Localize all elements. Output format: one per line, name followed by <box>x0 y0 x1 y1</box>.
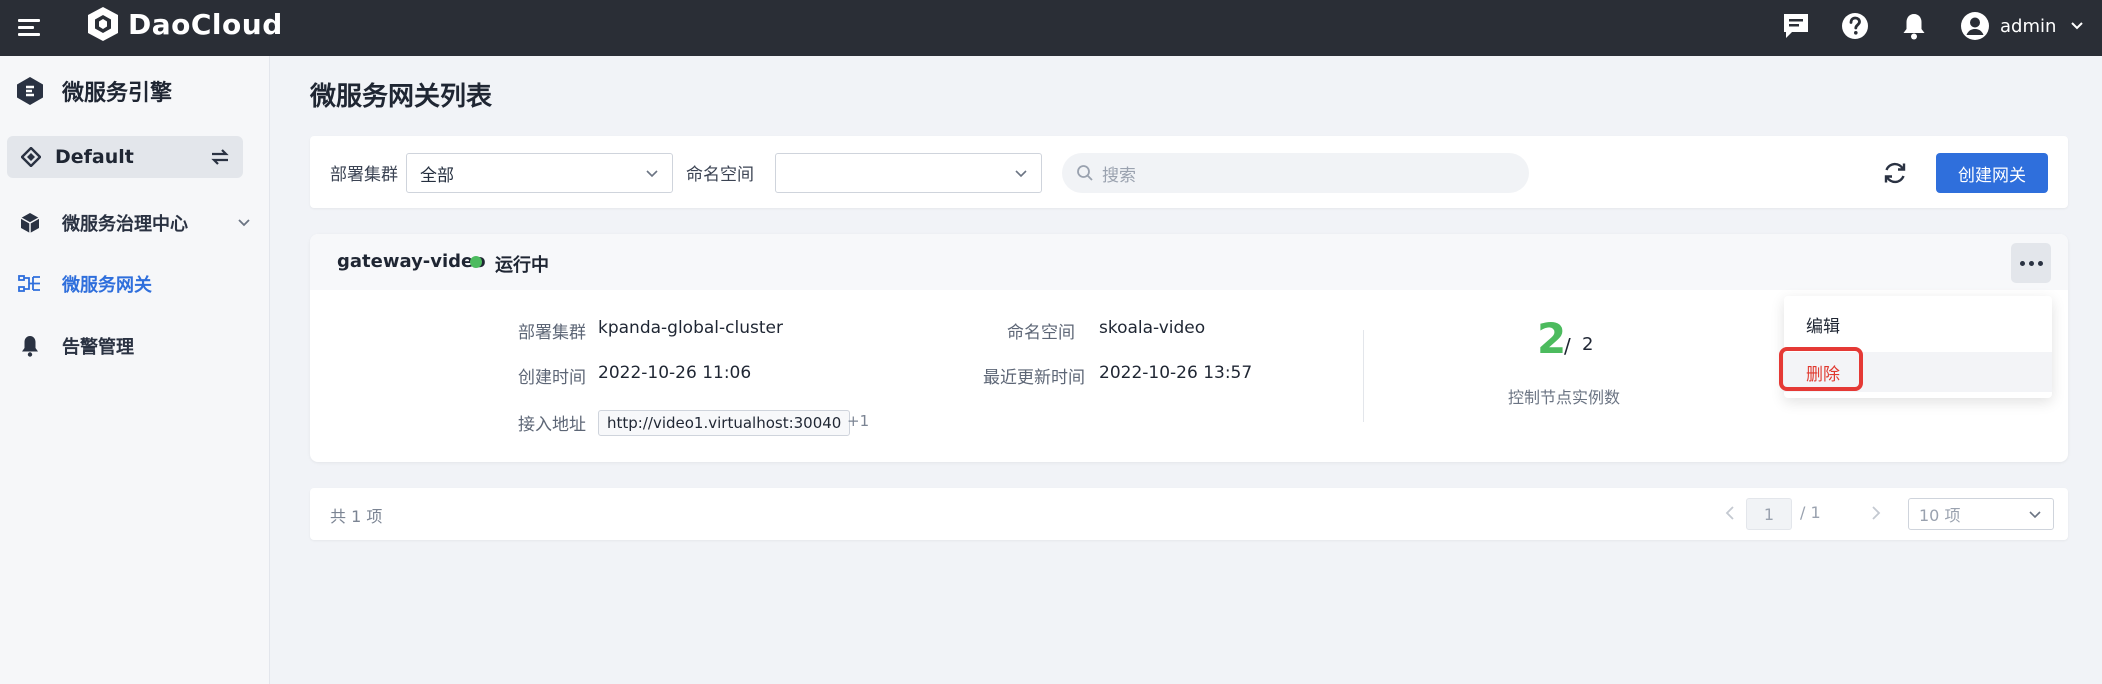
brand-logo[interactable]: DaoCloud <box>86 4 283 44</box>
microservice-engine-icon <box>17 77 43 105</box>
namespace-value: skoala-video <box>1099 318 1206 338</box>
highlight-box <box>1779 347 1863 391</box>
address-tag[interactable]: http://video1.virtualhost:30040 <box>598 410 851 436</box>
top-bar: DaoCloud admin <box>0 0 2102 56</box>
address-more-count[interactable]: +1 <box>847 412 869 430</box>
menu-item-edit[interactable]: 编辑 <box>1784 304 2052 344</box>
sidebar-item-alerts[interactable]: 告警管理 <box>0 324 270 368</box>
search-placeholder: 搜索 <box>1102 165 1136 186</box>
sidebar-title: 微服务引擎 <box>14 74 172 108</box>
more-actions-button[interactable] <box>2011 243 2051 283</box>
instances-separator: / <box>1564 334 1571 358</box>
more-dot <box>2019 260 2025 266</box>
page-title: 微服务网关列表 <box>310 82 493 112</box>
bell-icon[interactable] <box>1898 10 1930 42</box>
updated-time-value: 2022-10-26 13:57 <box>1099 363 1253 383</box>
chevron-down-icon <box>1015 170 1027 178</box>
more-dot <box>2028 260 2034 266</box>
user-avatar-icon <box>1961 12 1989 40</box>
chevron-down-icon <box>646 170 658 178</box>
chevron-right-icon[interactable] <box>1866 503 1886 523</box>
create-gateway-button[interactable]: 创建网关 <box>1936 153 2048 193</box>
sidebar-item-gateway[interactable]: 微服务网关 <box>0 262 270 306</box>
page-count: / 1 <box>1800 503 1821 522</box>
brand-name: DaoCloud <box>128 7 283 41</box>
filter-bar: 部署集群 全部 命名空间 搜索 创建网关 <box>310 136 2068 208</box>
chevron-down-icon <box>2029 511 2041 519</box>
more-dot <box>2037 260 2043 266</box>
workspace-switcher[interactable]: Default <box>7 136 243 178</box>
workspace-icon <box>21 147 41 167</box>
workspace-name: Default <box>55 146 134 168</box>
cluster-select[interactable]: 全部 <box>406 153 673 193</box>
bell-icon <box>22 336 38 357</box>
status-text: 运行中 <box>495 255 549 276</box>
page-size-select[interactable]: 10 项 <box>1908 498 2054 530</box>
search-icon <box>1077 165 1093 181</box>
search-input[interactable]: 搜索 <box>1062 153 1529 193</box>
total-count: 共 1 项 <box>330 507 383 526</box>
user-menu[interactable]: admin <box>1960 10 2084 42</box>
cluster-label: 部署集群 <box>518 323 586 343</box>
created-time-label: 创建时间 <box>518 368 586 388</box>
refresh-button[interactable] <box>1880 158 1910 188</box>
refresh-icon <box>1884 162 1906 184</box>
message-icon[interactable] <box>1780 10 1812 42</box>
sidebar-item-governance[interactable]: 微服务治理中心 <box>0 201 270 245</box>
namespace-select[interactable] <box>775 153 1042 193</box>
pagination-bar: 共 1 项 1 / 1 10 项 <box>310 488 2068 540</box>
daocloud-logo-icon <box>88 7 118 41</box>
divider <box>1363 330 1364 422</box>
created-time-value: 2022-10-26 11:06 <box>598 363 752 383</box>
help-icon[interactable] <box>1839 10 1871 42</box>
chevron-down-icon[interactable] <box>236 215 252 231</box>
chevron-down-icon <box>2071 22 2084 30</box>
menu-icon[interactable] <box>16 14 44 42</box>
instances-total: 2 <box>1582 334 1594 355</box>
page-size-value: 10 项 <box>1919 506 1961 525</box>
cluster-select-value: 全部 <box>420 165 454 186</box>
gateway-icon <box>18 275 40 292</box>
gateway-name[interactable]: gateway-video <box>337 251 486 272</box>
username: admin <box>2000 15 2057 37</box>
cluster-value: kpanda-global-cluster <box>598 318 783 338</box>
cube-icon <box>20 213 40 233</box>
status-dot <box>470 256 482 268</box>
namespace-label: 命名空间 <box>1007 323 1075 343</box>
instances-label: 控制节点实例数 <box>1508 388 1621 407</box>
namespace-filter-label: 命名空间 <box>686 165 754 185</box>
address-label: 接入地址 <box>518 415 586 435</box>
updated-time-label: 最近更新时间 <box>983 368 1085 388</box>
chevron-left-icon[interactable] <box>1720 503 1740 523</box>
cluster-filter-label: 部署集群 <box>330 165 398 185</box>
sidebar: 微服务引擎 Default 微服务治理中心 微服务网关 告警管理 <box>0 56 270 684</box>
page-number-input[interactable]: 1 <box>1746 498 1792 530</box>
swap-icon[interactable] <box>209 146 231 168</box>
gateway-card-header: gateway-video 运行中 <box>310 234 2068 290</box>
instances-running: 2 <box>1537 314 1567 363</box>
